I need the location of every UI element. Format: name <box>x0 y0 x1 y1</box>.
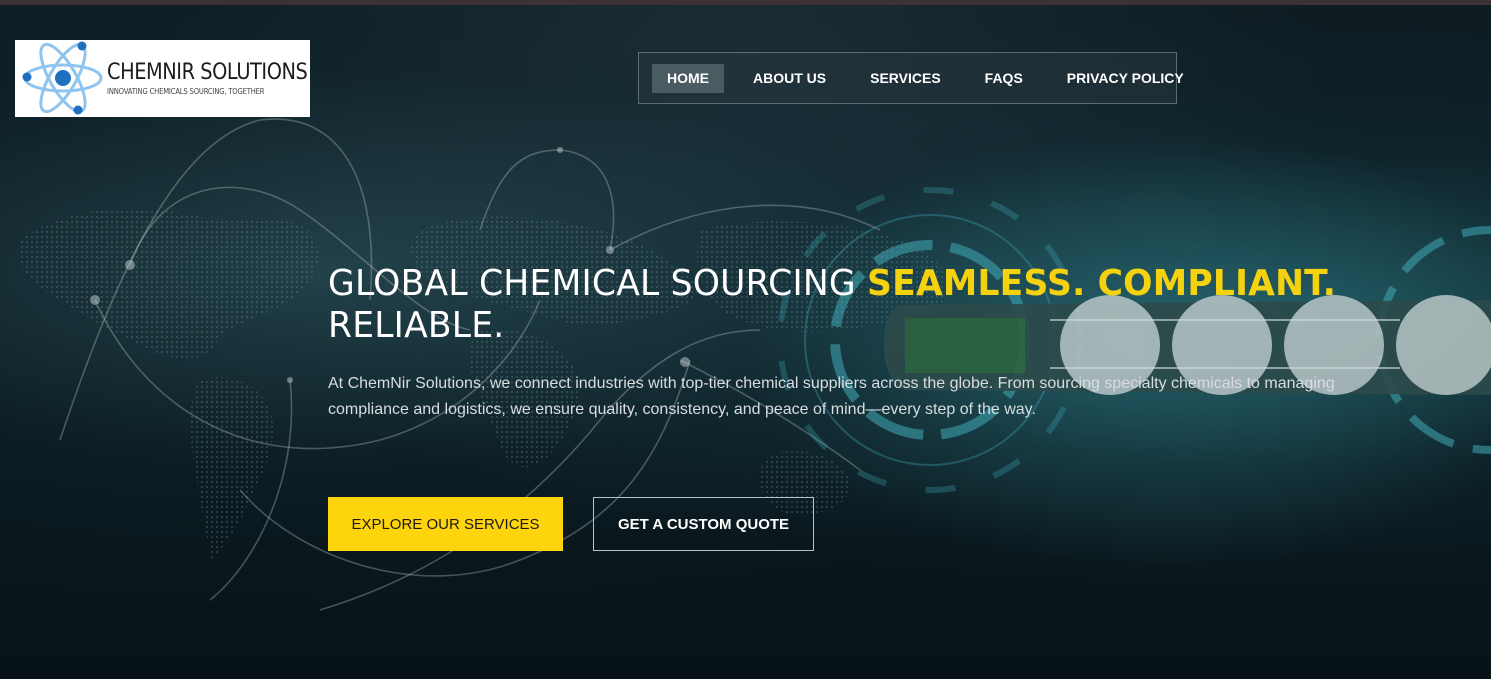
nav-item-home[interactable]: HOME <box>652 63 724 93</box>
logo-name: CHEMNIR SOLUTIONS <box>107 60 308 85</box>
hero-title-plain: GLOBAL CHEMICAL SOURCING <box>328 263 868 304</box>
nav-item-faqs[interactable]: FAQS <box>970 64 1038 93</box>
atom-icon <box>22 41 103 115</box>
hero-title-accent: SEAMLESS. COMPLIANT. <box>867 263 1337 304</box>
main-nav: HOME ABOUT US SERVICES FAQS PRIVACY POLI… <box>638 52 1184 104</box>
hero-page: CHEMNIR SOLUTIONS INNOVATING CHEMICALS S… <box>0 0 1491 679</box>
hero-description: At ChemNir Solutions, we connect industr… <box>328 375 1335 418</box>
explore-services-button[interactable]: EXPLORE OUR SERVICES <box>328 497 563 551</box>
nav-item-privacy-policy[interactable]: PRIVACY POLICY <box>1052 64 1199 93</box>
logo-text: CHEMNIR SOLUTIONS INNOVATING CHEMICALS S… <box>107 60 335 97</box>
logo-tagline: INNOVATING CHEMICALS SOURCING, TOGETHER <box>107 87 265 96</box>
custom-quote-button[interactable]: GET A CUSTOM QUOTE <box>593 497 814 551</box>
nav-item-services[interactable]: SERVICES <box>855 64 956 93</box>
site-logo[interactable]: CHEMNIR SOLUTIONS INNOVATING CHEMICALS S… <box>15 40 310 117</box>
hero-title-end: RELIABLE. <box>328 305 505 346</box>
hero-title: GLOBAL CHEMICAL SOURCING SEAMLESS. COMPL… <box>328 263 1365 347</box>
nav-item-about-us[interactable]: ABOUT US <box>738 64 841 93</box>
